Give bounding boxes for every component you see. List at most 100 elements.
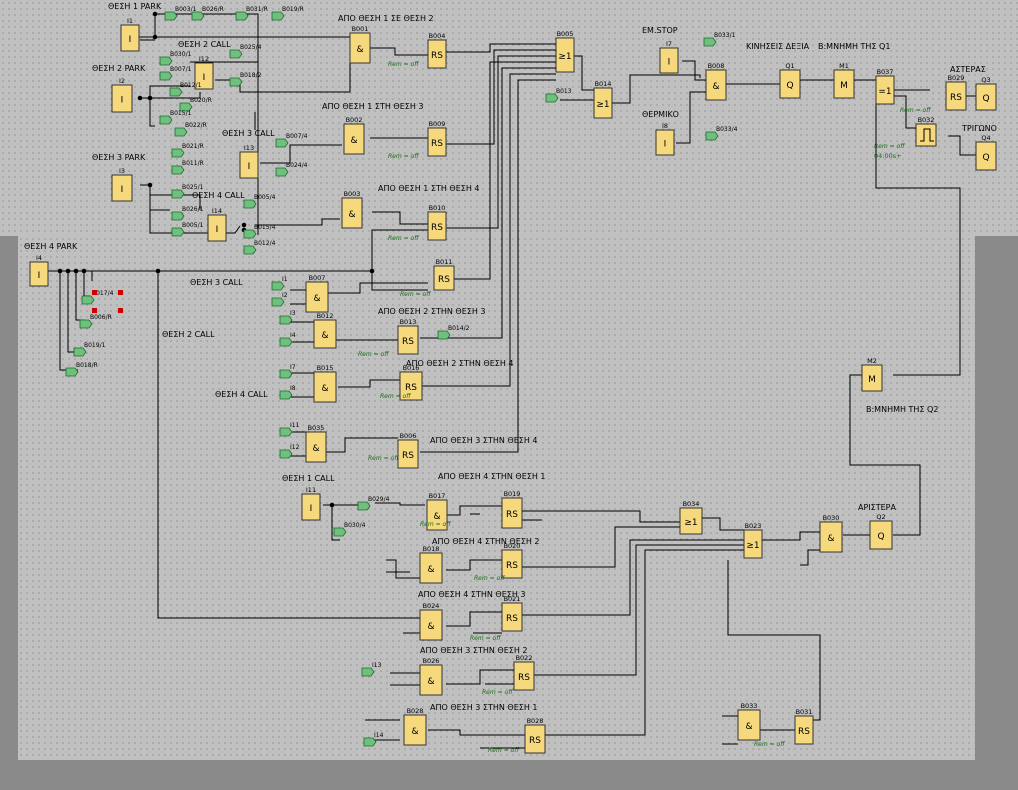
- block-id: I7: [666, 40, 672, 48]
- connector-flag-b012-4[interactable]: B012/4: [243, 240, 276, 255]
- block-symbol: I: [38, 271, 41, 281]
- block-b018[interactable]: & B018: [419, 545, 443, 584]
- connector-flag-b005-1[interactable]: B005/1: [171, 222, 204, 237]
- connector-flag-b026-1[interactable]: B026/1: [171, 206, 204, 221]
- connector-flag-b007-1[interactable]: B007/1: [159, 66, 192, 81]
- selection-handle[interactable]: [92, 290, 97, 295]
- selection-handle[interactable]: [118, 290, 123, 295]
- block-i4[interactable]: I I4: [29, 254, 49, 287]
- block-i8[interactable]: I I8: [655, 122, 675, 156]
- block-b007[interactable]: & B007: [305, 274, 329, 313]
- connector-flag-b033-1[interactable]: B033/1: [703, 32, 736, 47]
- flag-label: B012/4: [254, 240, 276, 247]
- block-b015[interactable]: & B015: [313, 364, 337, 403]
- flag-label: B005/1: [182, 222, 204, 229]
- connector-flag-i1[interactable]: I1: [271, 276, 288, 291]
- block-symbol: &: [350, 136, 357, 146]
- block-b008[interactable]: & B008: [705, 62, 727, 101]
- block-b001[interactable]: & B001: [349, 25, 371, 64]
- connector-flag-b018-r[interactable]: B018/R: [65, 362, 98, 377]
- block-b006[interactable]: RS B006: [397, 432, 419, 469]
- block-b005[interactable]: ≥1 B005: [555, 30, 575, 73]
- block-i2[interactable]: I I2: [111, 77, 133, 113]
- block-symbol: &: [348, 210, 355, 220]
- block-i1[interactable]: I I1: [120, 17, 140, 52]
- selection-handle[interactable]: [92, 308, 97, 313]
- block-b019[interactable]: RS B019: [501, 490, 523, 529]
- block-b022[interactable]: RS B022: [513, 654, 535, 691]
- connector-flag-i11[interactable]: I11: [279, 422, 300, 437]
- block-b010[interactable]: RS B010: [427, 204, 447, 241]
- connector-flag-b019-r[interactable]: B019/R: [271, 6, 304, 21]
- connector-flag-i7[interactable]: I7: [279, 364, 296, 379]
- block-b004[interactable]: RS B004: [427, 32, 447, 69]
- flag-icon: [159, 115, 173, 125]
- connector-flag-b030-1[interactable]: B030/1: [159, 51, 192, 66]
- block-b003[interactable]: & B003: [341, 190, 363, 229]
- block-b037[interactable]: =1 B037: [875, 68, 895, 105]
- block-id: B033: [741, 702, 758, 710]
- block-b035[interactable]: & B035: [305, 424, 327, 463]
- block-q1[interactable]: Q Q1: [779, 62, 801, 99]
- block-symbol: &: [321, 384, 328, 394]
- connector-flag-b018-2[interactable]: B018/2: [229, 72, 262, 87]
- block-b033[interactable]: & B033: [737, 702, 761, 741]
- block-m1[interactable]: M M1: [833, 62, 855, 99]
- block-b014[interactable]: ≥1 B014: [593, 80, 613, 119]
- block-q3[interactable]: Q Q3: [975, 76, 997, 111]
- connector-flag-b020-r[interactable]: B020/R: [179, 97, 212, 112]
- block-i3[interactable]: I I3: [111, 167, 133, 202]
- connector-flag-b033-4[interactable]: B033/4: [705, 126, 738, 141]
- block-i11[interactable]: I I11: [301, 486, 321, 521]
- connector-flag-b024-4[interactable]: B024/4: [275, 162, 308, 177]
- block-i13[interactable]: I I13: [239, 144, 259, 179]
- connector-flag-i14[interactable]: I14: [363, 732, 384, 747]
- connector-flag-b014-2[interactable]: B014/2: [437, 325, 470, 340]
- block-b023[interactable]: ≥1 B023: [743, 522, 763, 559]
- block-b002[interactable]: & B002: [343, 116, 365, 155]
- connector-flag-b017-4[interactable]: B017/4: [81, 290, 114, 305]
- block-q4[interactable]: Q Q4: [975, 134, 997, 171]
- connector-flag-b021-r[interactable]: B021/R: [171, 143, 204, 158]
- connector-flag-b025-4[interactable]: B025/4: [229, 44, 262, 59]
- block-b031[interactable]: RS B031: [794, 708, 814, 745]
- connector-flag-b030-4[interactable]: B030/4: [333, 522, 366, 537]
- connector-flag-b026-r[interactable]: B026/R: [191, 6, 224, 21]
- block-b028[interactable]: & B028: [403, 707, 427, 746]
- selection-handle[interactable]: [118, 308, 123, 313]
- block-i14[interactable]: I I14: [207, 207, 227, 242]
- block-symbol: I: [310, 504, 313, 514]
- block-b028b[interactable]: RS B028: [524, 717, 546, 754]
- connector-flag-i2[interactable]: I2: [271, 292, 288, 307]
- block-m2[interactable]: M M2: [861, 357, 883, 392]
- label-title-pos3-park: ΘΕΣΗ 3 PARK: [92, 153, 146, 162]
- label-title-pos2-park: ΘΕΣΗ 2 PARK: [92, 64, 146, 73]
- connector-flag-b005-4[interactable]: B005/4: [243, 194, 276, 209]
- connector-flag-b031-r[interactable]: B031/R: [235, 6, 268, 21]
- block-b021[interactable]: RSB021: [501, 595, 523, 632]
- block-b013[interactable]: RS B013: [397, 318, 419, 355]
- block-b026[interactable]: & B026: [419, 657, 443, 696]
- block-b011[interactable]: RS B011: [433, 258, 455, 291]
- connector-flag-b011-r[interactable]: B011/R: [171, 160, 204, 175]
- block-id: B019: [504, 490, 521, 498]
- connector-flag-b015-4[interactable]: B015/4: [243, 224, 276, 239]
- wire-20: [446, 55, 556, 229]
- label-memory-q2: Β:ΜΝΗΜΗ ΤΗΣ Q2: [866, 405, 938, 414]
- block-b009[interactable]: RS B009: [427, 120, 447, 157]
- block-b020[interactable]: RSB020: [501, 542, 523, 579]
- connector-flag-b019-1[interactable]: B019/1: [73, 342, 106, 357]
- connector-flag-b006-r[interactable]: B006/R: [79, 314, 112, 329]
- block-q2[interactable]: Q Q2: [869, 513, 893, 550]
- block-i7[interactable]: I I7: [659, 40, 679, 74]
- flag-label: B025/1: [182, 184, 204, 191]
- block-b030[interactable]: & B030: [819, 514, 843, 553]
- connector-flag-i4[interactable]: I4: [279, 332, 296, 347]
- block-id: B029: [948, 74, 965, 82]
- block-b024[interactable]: & B024: [419, 602, 443, 641]
- block-b034[interactable]: ≥1 B034: [679, 500, 703, 535]
- block-b029[interactable]: RS B029: [945, 74, 967, 111]
- connector-flag-i13[interactable]: I13: [361, 662, 382, 677]
- block-b012[interactable]: & B012: [313, 312, 337, 349]
- connector-flag-b022-r[interactable]: B022/R: [174, 122, 207, 137]
